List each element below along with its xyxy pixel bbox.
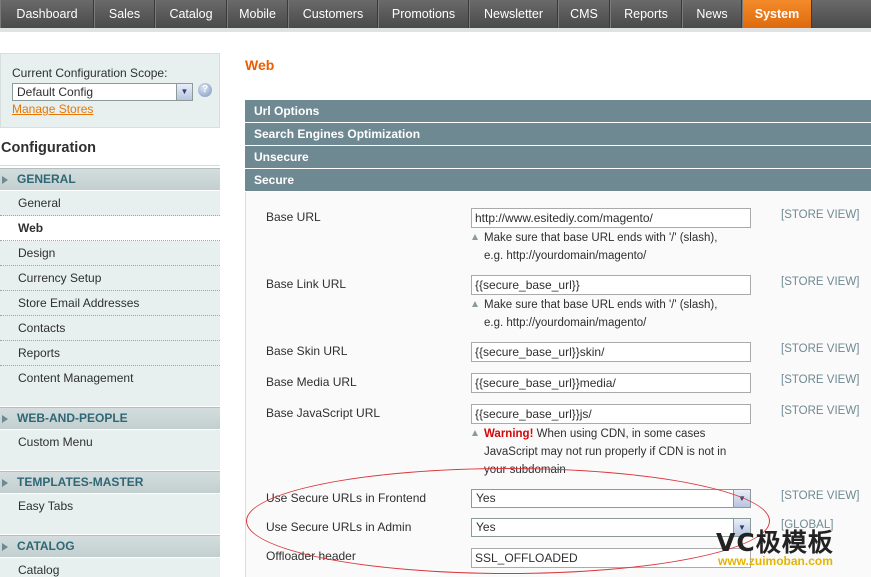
help-icon[interactable]: ? xyxy=(198,83,212,97)
note-line: e.g. http://yourdomain/magento/ xyxy=(484,250,647,262)
field-note: Make sure that base URL ends with '/' (s… xyxy=(472,229,764,265)
scope-tag: [STORE VIEW] xyxy=(781,343,860,355)
sidebar-item-contacts[interactable]: Contacts xyxy=(0,316,220,341)
page-title: Web xyxy=(245,57,275,73)
sidebar-item-web[interactable]: Web xyxy=(0,216,220,241)
nav-dashboard[interactable]: Dashboard xyxy=(0,0,94,28)
warning-text: When using CDN, in some cases xyxy=(533,428,706,440)
sidebar-item-content-management[interactable]: Content Management xyxy=(0,366,220,406)
section-label: GENERAL xyxy=(17,172,76,186)
note-arrow-icon xyxy=(472,234,478,240)
fieldset-url-options[interactable]: Url Options xyxy=(245,100,871,122)
section-general[interactable]: GENERAL xyxy=(0,168,220,190)
sidebar-item-general[interactable]: General xyxy=(0,191,220,216)
sidebar-item-custom-menu[interactable]: Custom Menu xyxy=(0,430,220,470)
nav-promotions[interactable]: Promotions xyxy=(378,0,469,28)
section-label: CATALOG xyxy=(17,539,75,553)
field-label: Base JavaScript URL xyxy=(266,406,381,420)
watermark-url: www.zuimoban.com xyxy=(718,554,833,568)
scope-tag: [STORE VIEW] xyxy=(781,490,860,502)
note-line: e.g. http://yourdomain/magento/ xyxy=(484,317,647,329)
section-label: WEB-AND-PEOPLE xyxy=(17,411,128,425)
nav-catalog[interactable]: Catalog xyxy=(155,0,227,28)
nav-mobile[interactable]: Mobile xyxy=(227,0,288,28)
section-label: TEMPLATES-MASTER xyxy=(17,475,144,489)
nav-customers[interactable]: Customers xyxy=(288,0,378,28)
sidebar-item-easy-tabs[interactable]: Easy Tabs xyxy=(0,494,220,534)
field-label: Base Link URL xyxy=(266,277,347,291)
field-label: Base Media URL xyxy=(266,375,357,389)
section-templates-master[interactable]: TEMPLATES-MASTER xyxy=(0,471,220,493)
field-note: Make sure that base URL ends with '/' (s… xyxy=(472,296,764,332)
sidebar-title: Configuration xyxy=(0,132,220,166)
base-link-url-input[interactable]: {{secure_base_url}} xyxy=(471,275,751,295)
scope-tag: [STORE VIEW] xyxy=(781,209,860,221)
expand-arrow-icon xyxy=(2,176,8,184)
note-line: Make sure that base URL ends with '/' (s… xyxy=(484,232,718,244)
sidebar-item-currency-setup[interactable]: Currency Setup xyxy=(0,266,220,291)
warning-text: JavaScript may not run properly if CDN i… xyxy=(484,446,727,458)
scope-switcher: Current Configuration Scope: Default Con… xyxy=(0,53,220,128)
section-web-and-people[interactable]: WEB-AND-PEOPLE xyxy=(0,407,220,429)
chevron-down-icon[interactable]: ▼ xyxy=(176,84,192,100)
scope-tag: [STORE VIEW] xyxy=(781,405,860,417)
base-skin-url-input[interactable]: {{secure_base_url}}skin/ xyxy=(471,342,751,362)
top-navigation: Dashboard Sales Catalog Mobile Customers… xyxy=(0,0,871,28)
nav-shadow xyxy=(0,28,871,32)
expand-arrow-icon xyxy=(2,415,8,423)
nav-filler xyxy=(812,0,871,28)
scope-select-value: Default Config xyxy=(17,85,94,99)
warning-label: Warning! xyxy=(484,428,534,440)
fieldset-seo[interactable]: Search Engines Optimization xyxy=(245,123,871,145)
scope-label: Current Configuration Scope: xyxy=(12,66,168,80)
note-arrow-icon xyxy=(472,301,478,307)
expand-arrow-icon xyxy=(2,543,8,551)
note-arrow-icon xyxy=(472,430,478,436)
fieldset-unsecure[interactable]: Unsecure xyxy=(245,146,871,168)
manage-stores-link[interactable]: Manage Stores xyxy=(12,102,93,116)
base-js-url-input[interactable]: {{secure_base_url}}js/ xyxy=(471,404,751,424)
nav-newsletter[interactable]: Newsletter xyxy=(469,0,558,28)
sidebar-item-catalog[interactable]: Catalog xyxy=(0,558,220,577)
field-label: Base URL xyxy=(266,210,321,224)
nav-reports[interactable]: Reports xyxy=(610,0,682,28)
base-url-input[interactable]: http://www.esitediy.com/magento/ xyxy=(471,208,751,228)
scope-tag: [STORE VIEW] xyxy=(781,374,860,386)
note-line: Make sure that base URL ends with '/' (s… xyxy=(484,299,718,311)
scope-tag: [STORE VIEW] xyxy=(781,276,860,288)
nav-news[interactable]: News xyxy=(682,0,742,28)
watermark: VC极模板 www.zuimoban.com xyxy=(716,520,871,577)
fieldset-secure[interactable]: Secure xyxy=(245,169,871,191)
base-media-url-input[interactable]: {{secure_base_url}}media/ xyxy=(471,373,751,393)
scope-select[interactable]: Default Config ▼ xyxy=(12,83,193,101)
nav-system[interactable]: System xyxy=(742,0,812,28)
annotation-ellipse xyxy=(246,468,770,574)
field-label: Base Skin URL xyxy=(266,344,348,358)
sidebar-item-reports[interactable]: Reports xyxy=(0,341,220,366)
expand-arrow-icon xyxy=(2,479,8,487)
nav-sales[interactable]: Sales xyxy=(94,0,155,28)
nav-cms[interactable]: CMS xyxy=(558,0,610,28)
sidebar-item-store-email[interactable]: Store Email Addresses xyxy=(0,291,220,316)
section-catalog[interactable]: CATALOG xyxy=(0,535,220,557)
sidebar-item-design[interactable]: Design xyxy=(0,241,220,266)
